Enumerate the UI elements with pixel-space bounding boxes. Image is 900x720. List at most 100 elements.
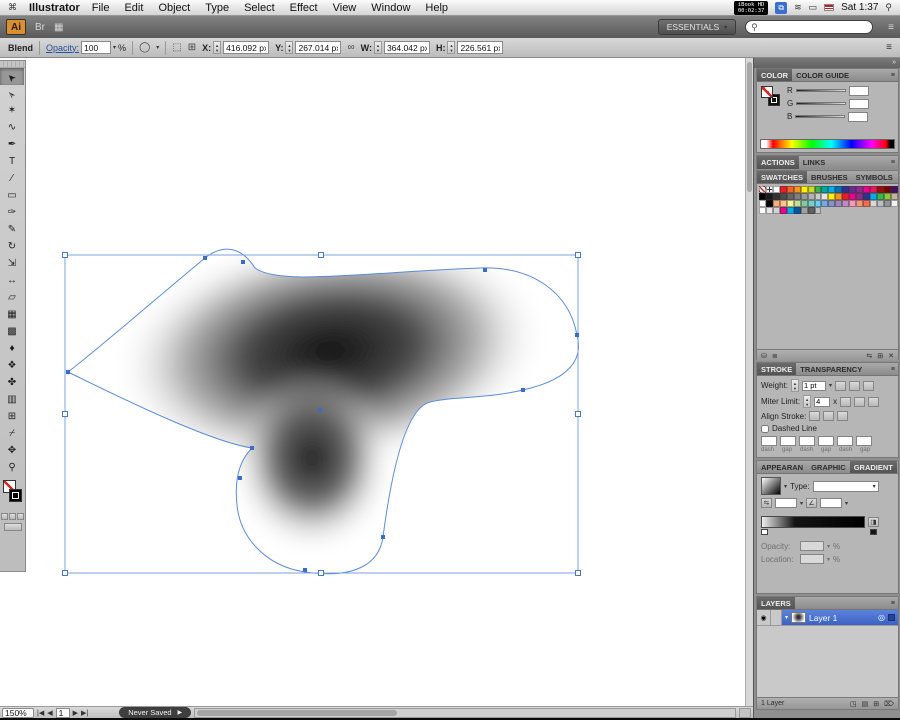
window-resize-corner[interactable] [739, 707, 751, 718]
swatch[interactable] [807, 193, 815, 200]
free-transform-tool[interactable]: ▱ [0, 289, 24, 306]
next-artboard-icon[interactable]: ▶ [73, 709, 78, 717]
align-outside-icon[interactable] [837, 411, 849, 421]
join-bevel-icon[interactable] [868, 396, 880, 407]
selection-tool[interactable]: ➤ [0, 68, 24, 85]
link-dimensions-icon[interactable]: ∞ [347, 42, 354, 53]
swatch[interactable] [863, 186, 870, 193]
swatch[interactable] [883, 200, 891, 207]
swatch[interactable] [835, 186, 843, 193]
swatch[interactable] [793, 193, 801, 200]
swatch[interactable] [814, 193, 822, 200]
swatch[interactable] [876, 200, 884, 207]
y-input[interactable] [295, 41, 342, 54]
swatch[interactable] [765, 193, 773, 200]
gradient-thumbnail[interactable] [761, 477, 781, 495]
swatch[interactable] [856, 186, 864, 193]
tab-layers[interactable]: LAYERS [757, 597, 795, 609]
delete-swatch-icon[interactable]: ✕ [888, 352, 894, 360]
stepper-icon[interactable]: ▲ ▼ [447, 41, 456, 54]
delete-layer-icon[interactable]: ⌦ [884, 700, 894, 708]
dash-input[interactable] [799, 436, 815, 446]
cap-round-icon[interactable] [849, 380, 860, 391]
dash-input[interactable] [761, 436, 777, 446]
swatch[interactable] [814, 200, 822, 207]
none-mode-button[interactable] [17, 513, 24, 520]
gradient-slider-bar[interactable] [761, 516, 865, 528]
scale-tool[interactable]: ⇲ [0, 255, 24, 272]
channel-slider[interactable] [795, 89, 846, 92]
channel-slider[interactable] [795, 115, 846, 118]
dashed-line-checkbox[interactable] [761, 424, 769, 433]
apple-menu-icon[interactable]: ⌘ [8, 2, 17, 13]
swatch[interactable] [870, 186, 877, 193]
color-fill-stroke-indicator[interactable] [761, 86, 783, 108]
swatch[interactable] [772, 207, 780, 214]
swatch[interactable] [772, 200, 780, 207]
chevron-down-icon[interactable]: ▾ [800, 500, 803, 507]
channel-slider[interactable] [796, 102, 847, 105]
width-tool[interactable]: ↔ [0, 272, 24, 289]
tab-stroke[interactable]: STROKE [757, 363, 797, 375]
menu-view[interactable]: View [333, 2, 357, 14]
magic-wand-tool[interactable]: ✶ [0, 102, 24, 119]
tab-swatches[interactable]: SWATCHES [757, 171, 807, 183]
stepper-icon[interactable]: ▲ ▼ [285, 41, 294, 54]
tab-transparency[interactable]: TRANSPARENCY [796, 363, 866, 375]
style-thumbnail-icon[interactable]: ◯ [139, 42, 150, 53]
paintbrush-tool[interactable]: ✑ [0, 204, 24, 221]
last-artboard-icon[interactable]: ▶| [81, 709, 88, 717]
swatch[interactable] [800, 186, 808, 193]
tab-color-guide[interactable]: COLOR GUIDE [792, 69, 853, 81]
layer-name[interactable]: Layer 1 [809, 613, 837, 623]
rectangle-tool[interactable]: ▭ [0, 187, 24, 204]
swatch[interactable] [849, 193, 857, 200]
gap-input[interactable] [780, 436, 796, 446]
lasso-tool[interactable]: ∿ [0, 119, 24, 136]
swatch[interactable] [772, 186, 780, 193]
swatch[interactable] [842, 186, 850, 193]
chevron-down-icon[interactable]: ▾ [845, 500, 848, 507]
cap-butt-icon[interactable] [835, 380, 846, 391]
chevron-down-icon[interactable]: ▾ [784, 483, 787, 490]
tab-graphic-styles[interactable]: GRAPHIC [807, 461, 850, 473]
swatch[interactable] [800, 200, 808, 207]
battery-icon[interactable]: ▭ [809, 2, 818, 13]
new-sublayer-icon[interactable]: ▤ [862, 700, 869, 708]
gradient-stop-black[interactable] [870, 529, 877, 535]
swatch-flow-icon[interactable]: ⇆ [866, 352, 872, 360]
layer-row[interactable]: ◉ ▾ Layer 1 ◎ [757, 610, 898, 626]
arrange-documents-icon[interactable]: ▦ [54, 22, 63, 33]
gap-input[interactable] [856, 436, 872, 446]
swatch[interactable] [890, 193, 898, 200]
swatch[interactable] [835, 200, 843, 207]
tab-gradient[interactable]: GRADIENT [849, 461, 897, 473]
gradient-mode-button[interactable] [9, 513, 16, 520]
stepper-icon[interactable]: ▲ ▼ [213, 41, 222, 54]
menubar-app-badge-icon[interactable]: ⧉ [775, 1, 788, 14]
panel-menu-icon[interactable]: ≡ [891, 363, 898, 375]
menu-file[interactable]: File [92, 2, 110, 14]
tab-appearance[interactable]: APPEARAN [757, 461, 807, 473]
edit-gradient-icon[interactable]: ◨ [868, 517, 879, 527]
gradient-tool[interactable]: ▩ [0, 323, 24, 340]
slice-tool[interactable]: ⌿ [0, 425, 24, 442]
align-center-icon[interactable] [809, 411, 821, 421]
line-segment-tool[interactable]: ∕ [0, 170, 24, 187]
swatch[interactable] [821, 193, 829, 200]
stepper-icon[interactable]: ▲ ▼ [803, 395, 812, 408]
gradient-location-input[interactable] [800, 554, 824, 564]
menu-object[interactable]: Object [158, 2, 190, 14]
swatch[interactable] [765, 200, 773, 207]
swatch[interactable] [807, 186, 815, 193]
tab-links[interactable]: LINKS [799, 156, 830, 169]
menu-select[interactable]: Select [244, 2, 275, 14]
swatch[interactable] [849, 200, 857, 207]
menu-effect[interactable]: Effect [290, 2, 318, 14]
layer-expand-icon[interactable]: ▾ [785, 614, 788, 621]
channel-b-input[interactable] [848, 111, 869, 122]
tab-brushes[interactable]: BRUSHES [807, 171, 852, 183]
layer-selection-indicator[interactable] [888, 614, 895, 621]
layer-visibility-toggle[interactable]: ◉ [757, 610, 771, 625]
direct-selection-tool[interactable]: ➢ [0, 85, 24, 102]
